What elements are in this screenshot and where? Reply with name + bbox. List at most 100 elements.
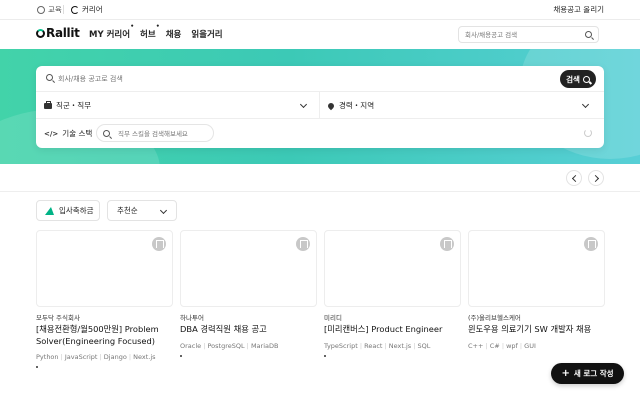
- skill-search-input[interactable]: [118, 129, 210, 139]
- nav-jobs[interactable]: 채용: [166, 28, 182, 40]
- utility-divider: [63, 5, 64, 14]
- company-name: (주)올리브헬스케어: [468, 314, 521, 322]
- filter-row: 직군・직무 경력・지역: [36, 92, 604, 119]
- skill-tag: GUI: [518, 342, 536, 350]
- skill-tags: PythonJavaScriptDjangoNext.js: [36, 353, 173, 361]
- skill-tag: PostgreSQL: [201, 342, 244, 350]
- carousel-next-button[interactable]: [588, 170, 604, 186]
- nav-reading[interactable]: 읽을거리: [191, 28, 222, 40]
- location-select[interactable]: 경력・지역: [326, 92, 596, 119]
- search-icon: [103, 130, 110, 137]
- write-log-button[interactable]: + 새 로그 작성: [551, 363, 624, 384]
- sort-select[interactable]: 추천순: [107, 200, 177, 221]
- search-icon[interactable]: [585, 31, 592, 38]
- skill-tags: TypeScriptReactNext.jsSQL: [324, 342, 461, 350]
- skill-tag: Next.js: [127, 353, 156, 361]
- bonus-flag-icon: [45, 206, 54, 215]
- search-icon: [46, 74, 53, 81]
- logo-text: Rallit: [46, 26, 80, 40]
- job-thumbnail: [36, 230, 173, 307]
- skill-tags: OraclePostgreSQLMariaDB: [180, 342, 317, 350]
- job-card[interactable]: 미리디 [미리캔버스] Product Engineer TypeScriptR…: [324, 230, 461, 357]
- skill-tag: SQL: [411, 342, 430, 350]
- sort-label: 추천순: [117, 206, 138, 215]
- job-title: [미리캔버스] Product Engineer: [324, 324, 443, 334]
- logo-mark-icon: [36, 28, 45, 38]
- company-name: 미리디: [324, 314, 342, 322]
- more-indicator: [324, 354, 326, 357]
- code-icon: </>: [44, 129, 59, 138]
- bookmark-icon[interactable]: [584, 237, 598, 251]
- celebrate-label: 입사축하금: [59, 206, 94, 215]
- skill-tag: C++: [468, 341, 484, 350]
- company-name: 모두닥 주식회사: [36, 314, 80, 322]
- header-search: [458, 26, 599, 43]
- briefcase-icon: [44, 100, 52, 109]
- plus-icon: +: [561, 367, 570, 379]
- career-label: 커리어: [82, 5, 103, 14]
- chevron-down-icon: [299, 100, 308, 109]
- rallit-logo[interactable]: Rallit: [36, 26, 80, 40]
- search-button[interactable]: 검색: [560, 70, 596, 88]
- more-indicator: [36, 366, 38, 368]
- location-pin-icon: [326, 101, 336, 110]
- job-thumbnail: [180, 230, 317, 307]
- job-title: DBA 경력직원 채용 공고: [180, 324, 267, 334]
- write-log-label: 새 로그 작성: [573, 369, 614, 378]
- utility-bar: 교육 커리어 채용공고 올리기: [0, 0, 640, 20]
- skill-stack-label: </> 기술 스택: [44, 128, 92, 139]
- skill-tag: TypeScript: [324, 341, 358, 350]
- main-header: Rallit MY 커리어 허브 채용 읽을거리: [0, 20, 640, 48]
- job-card[interactable]: (주)올리브헬스케어 윈도우용 의료기기 SW 개발자 채용 C++C#wpfG…: [468, 230, 605, 350]
- reset-icon[interactable]: [584, 129, 592, 137]
- job-category-select[interactable]: 직군・직무: [44, 92, 314, 119]
- job-thumbnail: [468, 230, 605, 307]
- skill-tags: C++C#wpfGUI: [468, 342, 605, 350]
- post-job-link[interactable]: 채용공고 올리기: [553, 4, 604, 15]
- search-icon: [582, 75, 590, 83]
- skill-tag: Oracle: [180, 341, 202, 350]
- skill-search: [96, 124, 214, 142]
- keyword-row: 검색: [36, 66, 604, 92]
- skill-row: </> 기술 스택: [36, 119, 604, 148]
- section-divider: [0, 191, 640, 192]
- company-name: 하나투어: [180, 314, 204, 322]
- search-button-label: 검색: [566, 74, 580, 84]
- more-indicator: [180, 354, 182, 357]
- skill-tag: Python: [36, 353, 59, 361]
- chevron-down-icon: [159, 206, 168, 215]
- filter-divider: [319, 92, 320, 119]
- location-label: 경력・지역: [339, 101, 375, 110]
- header-search-input[interactable]: [465, 30, 580, 40]
- bookmark-icon[interactable]: [296, 237, 310, 251]
- job-thumbnail: [324, 230, 461, 307]
- job-category-label: 직군・직무: [56, 101, 92, 110]
- skill-tag: MariaDB: [245, 342, 279, 350]
- education-link[interactable]: 교육: [37, 4, 62, 15]
- job-title: [채용전환형/월500만원] Problem Solver(Engineerin…: [36, 324, 159, 346]
- skill-tag: JavaScript: [59, 353, 98, 361]
- nav-my-career[interactable]: MY 커리어: [89, 23, 134, 40]
- skill-tag: C#: [483, 342, 499, 350]
- bookmark-icon[interactable]: [440, 237, 454, 251]
- skill-tag: wpf: [500, 342, 518, 350]
- nav-hub[interactable]: 허브: [140, 23, 159, 40]
- job-card[interactable]: 모두닥 주식회사 [채용전환형/월500만원] Problem Solver(E…: [36, 230, 173, 368]
- skill-tag: Next.js: [382, 342, 411, 350]
- education-label: 교육: [48, 5, 62, 14]
- chevron-down-icon: [581, 100, 590, 109]
- job-title: 윈도우용 의료기기 SW 개발자 채용: [468, 324, 592, 334]
- carousel-prev-button[interactable]: [566, 170, 582, 186]
- skill-tag: Django: [97, 353, 126, 361]
- skill-tag: React: [358, 342, 383, 350]
- bookmark-icon[interactable]: [152, 237, 166, 251]
- celebrate-bonus-filter[interactable]: 입사축하금: [36, 200, 100, 221]
- education-icon: [37, 5, 45, 14]
- main-nav: MY 커리어 허브 채용 읽을거리: [89, 23, 233, 40]
- career-icon: [71, 5, 79, 14]
- job-search-panel: 검색 직군・직무 경력・지역 </> 기술 스택: [36, 66, 604, 148]
- keyword-input[interactable]: [58, 73, 498, 84]
- skill-label-text: 기술 스택: [62, 129, 93, 138]
- job-card[interactable]: 하나투어 DBA 경력직원 채용 공고 OraclePostgreSQLMari…: [180, 230, 317, 357]
- career-link[interactable]: 커리어: [71, 4, 103, 15]
